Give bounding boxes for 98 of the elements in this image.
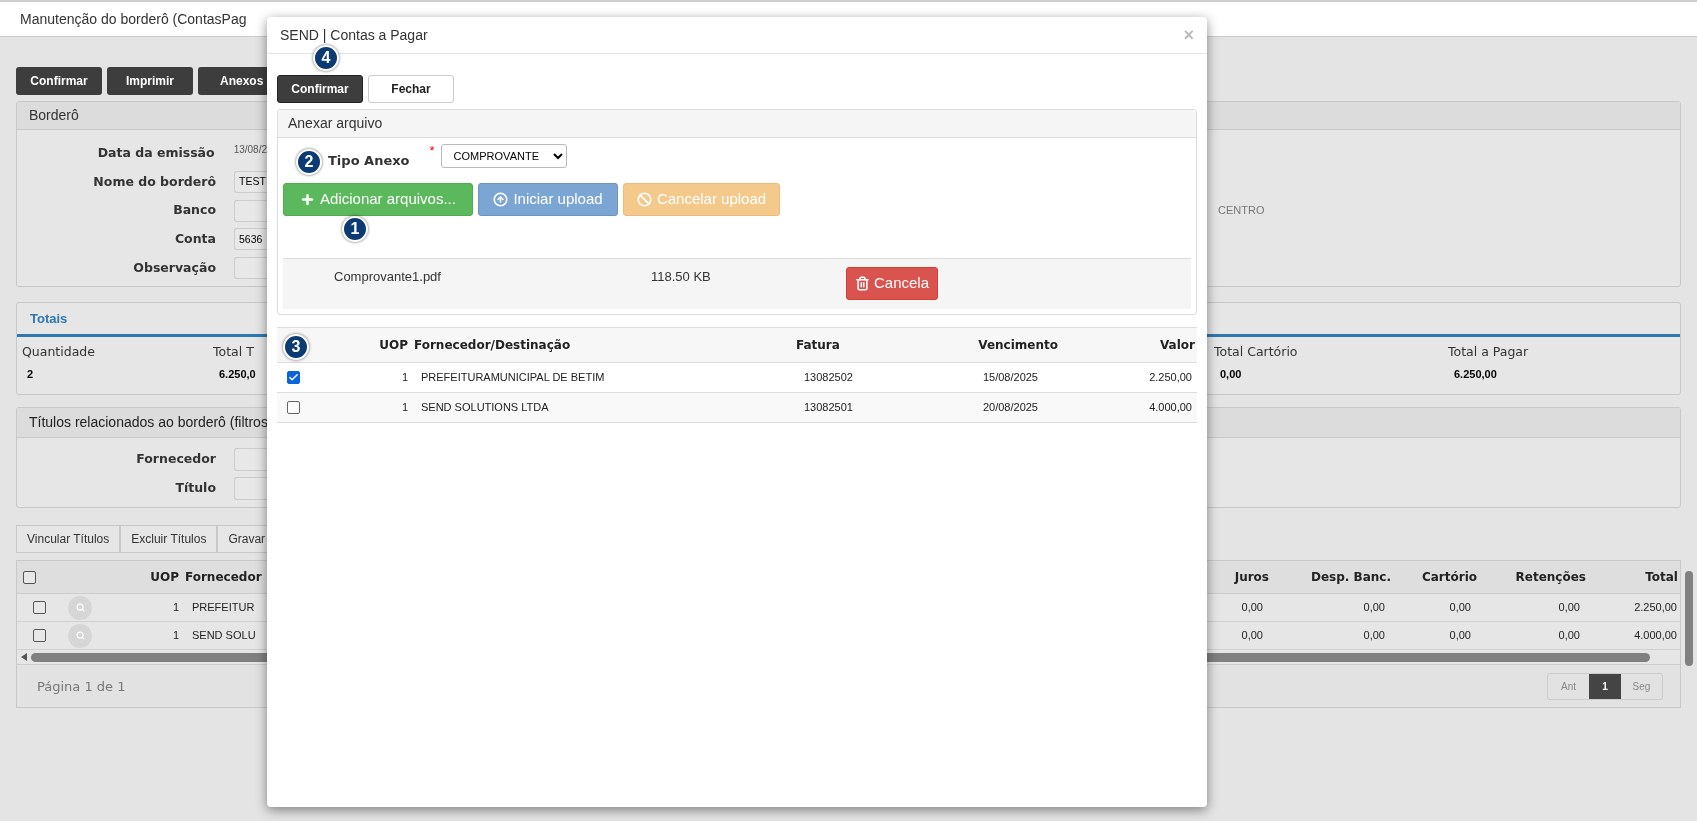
total-value: 0,00 — [1219, 366, 1243, 382]
panel-title: Títulos relacionados ao borderô (filtros — [29, 413, 268, 432]
table-cell-text: 0,00 — [1240, 600, 1264, 616]
table-cell-text: 0,00 — [1557, 600, 1581, 616]
input-field[interactable] — [234, 199, 267, 222]
modal-title: SEND | Contas a Pagar — [280, 25, 428, 45]
checkbox[interactable] — [33, 629, 46, 642]
table-cell-text: 2.250,00 — [1633, 600, 1678, 616]
field-value: CENTRO — [1218, 203, 1265, 219]
field-label: Conta — [173, 230, 216, 249]
field-label: Data da emissão — [96, 143, 215, 162]
total-value: 2 — [26, 366, 35, 382]
table-cell-text: 1 — [400, 400, 408, 416]
checkbox[interactable] — [23, 570, 36, 584]
cancel-file-button[interactable]: Cancela — [846, 267, 938, 300]
table-cell-text: PREFEITUR — [191, 600, 256, 616]
toolbar-button[interactable]: Imprimir — [107, 67, 193, 95]
trash-icon — [854, 276, 870, 291]
search-icon — [75, 631, 85, 640]
table-cell-text: 0,00 — [1448, 628, 1472, 644]
table-cell-text: 1 — [400, 370, 408, 386]
column-header: Vencimento — [977, 337, 1059, 354]
checkbox[interactable] — [33, 601, 46, 614]
checkbox[interactable] — [287, 371, 300, 384]
table-cell-text: 1 — [171, 600, 179, 616]
confirm-button[interactable]: Confirmar — [277, 75, 363, 103]
table-cell-text: PREFEITURAMUNICIPAL DE BETIM — [420, 370, 606, 386]
scrollbar-thumb[interactable] — [1207, 652, 1650, 662]
table-cell-text: 4.000,00 — [1148, 400, 1193, 416]
total-label: Total Cartório — [1214, 343, 1299, 361]
field-value: 13/08/2 — [233, 143, 267, 157]
ban-icon — [636, 192, 652, 207]
column-header: Fatura — [795, 337, 841, 354]
table-cell-text: 0,00 — [1448, 600, 1472, 616]
table-cell-text: 0,00 — [1362, 628, 1386, 644]
table-cell-text: SEND SOLU — [191, 628, 257, 644]
step-badge: 2 — [296, 149, 322, 175]
table-cell-text: 1 — [171, 628, 179, 644]
table-cell-text: 13082502 — [803, 370, 854, 386]
panel-title: Anexar arquivo — [288, 114, 383, 133]
toolbar-button[interactable]: Anexos — [198, 67, 268, 95]
action-tab[interactable]: Vincular Títulos — [16, 525, 121, 553]
column-header: Juros — [1233, 569, 1270, 586]
column-header: Valor — [1159, 337, 1196, 354]
table-cell-text: 15/08/2025 — [981, 370, 1039, 386]
attachment-type-select[interactable]: COMPROVANTE — [440, 144, 567, 168]
input-field[interactable]: 5636 — [234, 228, 267, 251]
total-label: Total T — [213, 343, 255, 361]
table-cell-text: SEND SOLUTIONS LTDA — [420, 400, 550, 416]
scroll-left-icon[interactable] — [21, 653, 27, 661]
page-title: Manutenção do borderô (ContasPag — [20, 9, 247, 29]
page-info: Página 1 de 1 — [36, 679, 126, 694]
column-header: Cartório — [1420, 569, 1478, 586]
column-header: Retenções — [1514, 569, 1587, 586]
upload-icon — [493, 192, 509, 207]
page-button[interactable]: 1 — [1589, 673, 1621, 699]
toolbar-button[interactable]: Confirmar — [16, 67, 102, 95]
table-cell-text: 0,00 — [1362, 600, 1386, 616]
panel-tab[interactable]: Totais — [30, 308, 68, 329]
file-name: Comprovante1.pdf — [334, 268, 442, 286]
vertical-scrollbar[interactable] — [1685, 571, 1693, 666]
column-header: Fornecedor — [184, 569, 263, 586]
table-cell-text: 13082501 — [803, 400, 854, 416]
column-header: UOP — [378, 337, 408, 354]
field-label: Observação — [132, 258, 216, 277]
column-header: UOP — [149, 569, 179, 586]
search-icon — [75, 603, 85, 612]
column-header: Desp. Banc. — [1309, 569, 1392, 586]
table-cell-text: 0,00 — [1557, 628, 1581, 644]
field-label: Banco — [172, 201, 216, 220]
column-header: Total — [1644, 569, 1679, 586]
table-cell-text: 4.000,00 — [1633, 628, 1678, 644]
field-label: Título — [174, 479, 216, 498]
field-label: Nome do borderô — [92, 172, 216, 191]
input-field[interactable] — [234, 477, 267, 500]
panel-title: Borderô — [29, 106, 79, 125]
total-label: Total a Pagar — [1448, 343, 1529, 361]
table-cell-text: 2.250,00 — [1148, 370, 1193, 386]
field-label: Fornecedor — [135, 450, 216, 469]
input-field[interactable]: TEST — [234, 171, 267, 194]
step-badge: 4 — [313, 45, 339, 71]
table-cell-text: 20/08/2025 — [981, 400, 1039, 416]
required-mark: * — [429, 142, 435, 160]
step-badge: 1 — [342, 216, 368, 242]
total-label: Quantidade — [22, 343, 96, 361]
total-value: 6.250,00 — [1453, 366, 1498, 382]
plus-icon — [300, 192, 316, 207]
close-dialog-button[interactable]: Fechar — [368, 75, 454, 103]
scrollbar-thumb[interactable] — [31, 652, 267, 662]
total-value: 6.250,0 — [218, 366, 256, 382]
table-cell-text: 0,00 — [1240, 628, 1264, 644]
file-size: 118.50 KB — [651, 268, 712, 286]
input-field[interactable] — [234, 257, 267, 280]
field-label: Tipo Anexo — [328, 152, 410, 171]
action-tab[interactable]: Excluir Títulos — [120, 525, 218, 553]
input-field[interactable] — [234, 448, 267, 471]
checkbox[interactable] — [287, 401, 300, 414]
column-header: Fornecedor/Destinação — [413, 337, 572, 354]
